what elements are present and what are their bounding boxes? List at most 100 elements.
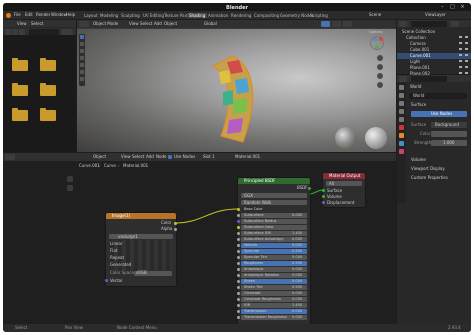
projection-selector[interactable]: Flat	[110, 249, 117, 253]
parent-dir-icon[interactable]	[19, 28, 25, 35]
menu-add[interactable]: Add	[154, 22, 162, 26]
rotate-tool-icon[interactable]	[80, 56, 84, 60]
volume-section[interactable]: Volume	[411, 158, 426, 162]
surface-section[interactable]: Surface	[411, 103, 426, 107]
menu-file[interactable]: File	[14, 13, 21, 17]
shading-solid-icon[interactable]	[343, 21, 352, 27]
minimize-icon[interactable]: –	[439, 4, 446, 10]
outliner-item[interactable]: Collection	[406, 36, 426, 40]
render-camera-icon[interactable]	[465, 36, 468, 76]
surface-input-socket[interactable]	[321, 189, 325, 192]
bsdf-input-socket[interactable]	[236, 232, 240, 235]
source-selector[interactable]: Generated	[110, 263, 131, 267]
volume-input-socket[interactable]	[321, 195, 325, 198]
transform-tool-icon[interactable]	[80, 70, 84, 74]
custom-properties-section[interactable]: Custom Properties	[411, 176, 448, 180]
shader-node-editor[interactable]: Object View Select Add Node Use Nodes Sl…	[3, 153, 396, 324]
color-output-socket[interactable]	[174, 221, 177, 225]
outliner-item[interactable]: Camera	[410, 42, 426, 46]
blender-logo-icon[interactable]	[6, 12, 11, 18]
back-icon[interactable]	[5, 28, 11, 35]
x-axis-icon[interactable]	[379, 37, 383, 41]
object-tab-icon[interactable]	[399, 133, 404, 138]
tab-modeling[interactable]: Modeling	[98, 13, 120, 18]
scene-selector[interactable]: Scene	[369, 13, 381, 17]
y-axis-icon[interactable]	[375, 45, 379, 49]
image-texture-node[interactable]: Image(1) Color Alpha vasiurgn1 Linear Fl…	[104, 213, 177, 286]
select-tool-icon[interactable]	[80, 35, 84, 39]
menu-edit[interactable]: Edit	[25, 13, 33, 17]
3d-viewport[interactable]: Object Mode View Select Add Object Globa…	[77, 20, 396, 152]
tab-shading[interactable]: Shading	[187, 13, 208, 18]
view-layer-tab-icon[interactable]	[399, 109, 404, 114]
search-input[interactable]	[411, 75, 447, 82]
move-tool-icon[interactable]	[80, 49, 84, 53]
folder-icon[interactable]	[12, 108, 28, 121]
scene-tab-icon[interactable]	[399, 117, 404, 122]
bsdf-input-socket[interactable]	[236, 280, 240, 283]
menu-select[interactable]: Select	[31, 21, 43, 26]
shading-rendered-icon[interactable]	[321, 21, 330, 27]
principled-bsdf-node[interactable]: Principled BSDF BSDF GGX Random Walk Bas…	[236, 178, 311, 324]
tab-sculpting[interactable]: Sculpting	[119, 13, 142, 18]
scale-tool-icon[interactable]	[80, 63, 84, 67]
folder-icon[interactable]	[12, 58, 28, 71]
folder-icon[interactable]	[40, 108, 56, 121]
tool-tab-icon[interactable]	[399, 85, 404, 90]
tab-animation[interactable]: Animation	[206, 13, 230, 18]
displacement-input-socket[interactable]	[321, 201, 325, 204]
bsdf-input-socket[interactable]	[236, 268, 240, 271]
modifier-tab-icon[interactable]	[399, 141, 404, 146]
curved-mesh-object[interactable]	[197, 50, 277, 150]
bsdf-output-socket[interactable]	[308, 186, 311, 190]
bsdf-input-socket[interactable]	[236, 316, 240, 319]
filter-icon[interactable]	[451, 20, 459, 27]
outliner-item[interactable]: Plane.001	[410, 66, 430, 70]
outliner-root[interactable]: Scene Collection	[402, 30, 435, 34]
cursor-tool-icon[interactable]	[80, 42, 84, 46]
bsdf-input-socket[interactable]	[236, 298, 240, 301]
outliner-item[interactable]: Cube.001	[410, 48, 429, 52]
render-tab-icon[interactable]	[399, 93, 404, 98]
search-icon[interactable]	[61, 28, 73, 35]
bsdf-input-socket[interactable]	[236, 250, 240, 253]
tab-scripting[interactable]: Scripting	[308, 13, 330, 18]
menu-render[interactable]: Render	[36, 13, 50, 17]
material-tab-icon[interactable]	[399, 149, 404, 154]
menu-view[interactable]: View	[129, 22, 139, 26]
z-axis-icon[interactable]	[373, 37, 377, 41]
menu-help[interactable]: Help	[66, 13, 75, 17]
outliner-item[interactable]: Light	[410, 60, 420, 64]
bsdf-input-socket[interactable]	[236, 244, 240, 247]
folder-icon[interactable]	[40, 58, 56, 71]
menu-select[interactable]: Select	[140, 22, 152, 26]
tab-layout[interactable]: Layout	[82, 13, 100, 18]
bsdf-input-socket[interactable]	[236, 208, 240, 211]
viewport-display-section[interactable]: Viewport Display	[411, 167, 445, 171]
bsdf-input-socket[interactable]	[236, 286, 240, 289]
outliner-item[interactable]: Curve.001	[410, 54, 431, 58]
zoom-icon[interactable]	[377, 55, 383, 61]
alpha-output-socket[interactable]	[174, 227, 177, 231]
shading-material-icon[interactable]	[332, 21, 341, 27]
bsdf-input-socket[interactable]	[236, 220, 240, 223]
visibility-eye-icon[interactable]	[459, 36, 462, 76]
path-field[interactable]	[29, 28, 59, 35]
annotate-tool-icon[interactable]	[80, 77, 84, 81]
editor-type-icon[interactable]	[399, 20, 407, 27]
editor-type-icon[interactable]	[79, 21, 89, 27]
orientation-selector[interactable]: Global	[204, 22, 217, 26]
bsdf-input-socket[interactable]	[236, 262, 240, 265]
tab-rendering[interactable]: Rendering	[229, 13, 253, 18]
bsdf-input-socket[interactable]	[236, 238, 240, 241]
material-output-node[interactable]: Material Output All Surface Volume Displ…	[321, 173, 365, 207]
bsdf-input-socket[interactable]	[236, 292, 240, 295]
bsdf-input-socket[interactable]	[236, 226, 240, 229]
folder-icon[interactable]	[40, 83, 56, 96]
vector-input-socket[interactable]	[104, 279, 108, 282]
bsdf-input-socket[interactable]	[236, 310, 240, 313]
maximize-icon[interactable]: □	[449, 4, 456, 10]
interpolation-selector[interactable]: Linear	[110, 242, 122, 246]
tab-compositing[interactable]: Compositing	[252, 13, 281, 18]
extension-selector[interactable]: Repeat	[110, 256, 124, 260]
